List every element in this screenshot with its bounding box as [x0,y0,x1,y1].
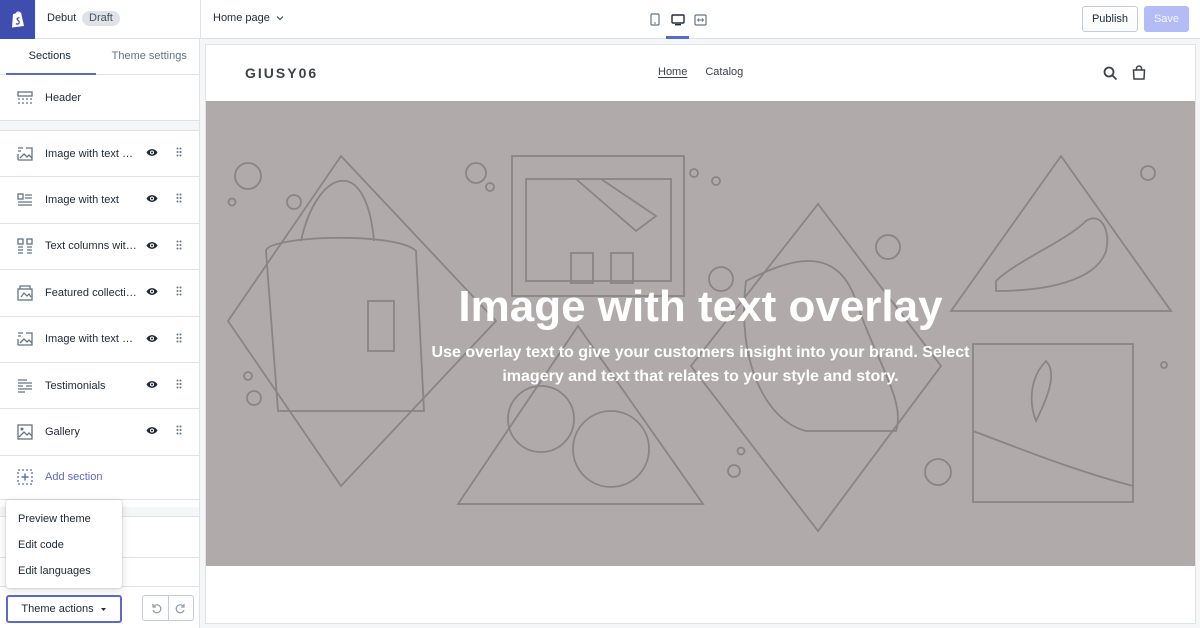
hero-title: Image with text overlay [458,282,943,331]
gallery-icon [17,424,33,440]
section-row-image-with-text-overlay[interactable]: Image with text overlay [0,131,199,178]
undo-redo-group [142,595,194,621]
publish-button[interactable]: Publish [1082,6,1138,32]
drag-handle-icon[interactable] [176,240,182,250]
text-columns-icon [17,238,33,255]
add-section-label: Add section [45,471,103,484]
tab-sections[interactable]: Sections [0,39,100,75]
section-label: Featured collection [45,286,137,299]
nav-link-home[interactable]: Home [658,66,687,78]
visibility-eye-icon[interactable] [146,334,158,343]
tab-theme-settings[interactable]: Theme settings [100,39,200,74]
cart-icon[interactable] [1132,65,1146,80]
section-row-image-with-text[interactable]: Image with text [0,177,199,224]
section-row-image-with-text-overlay-2[interactable]: Image with text overlay [0,317,199,363]
nav-link-catalog[interactable]: Catalog [705,66,743,78]
hero-image-with-text-overlay[interactable]: Image with text overlay Use overlay text… [206,101,1195,566]
store-preview: GIUSY06 Home Catalog Image with text ove… [206,45,1195,623]
sidebar: Sections Theme settings Header Image wit… [0,39,200,628]
redo-icon [175,604,185,614]
mobile-icon [649,13,660,26]
visibility-eye-icon[interactable] [146,426,158,435]
section-label: Image with text overlay [45,333,137,346]
section-row-featured-collection[interactable]: Featured collection [0,270,199,317]
image-overlay-icon [17,331,33,347]
fullscreen-view-button[interactable] [689,0,712,39]
drag-handle-icon[interactable] [176,425,182,435]
testimonials-icon [17,378,33,394]
image-overlay-icon [17,146,33,162]
chevron-down-icon [276,16,284,21]
add-section-icon [17,469,33,485]
store-nav: Home Catalog [658,66,743,78]
page-selector-label: Home page [213,12,270,24]
drag-handle-icon[interactable] [176,147,182,157]
search-icon[interactable] [1103,66,1118,81]
status-badge: Draft [82,11,120,26]
save-button[interactable]: Save [1144,6,1189,32]
sidebar-tabs: Sections Theme settings [0,39,199,75]
hero-placeholder-illustration [226,154,1173,533]
fullscreen-icon [694,13,707,26]
theme-name: Debut [47,12,77,24]
divider [200,0,201,39]
redo-button[interactable] [168,596,193,620]
header-icon [17,90,33,106]
section-header[interactable]: Header [0,75,199,121]
menu-item-preview-theme[interactable]: Preview theme [6,506,122,532]
page-selector[interactable]: Home page [213,12,284,24]
add-section-button[interactable]: Add section [0,456,199,500]
theme-actions-menu: Preview theme Edit code Edit languages [6,500,122,588]
visibility-eye-icon[interactable] [146,287,158,296]
drag-handle-icon[interactable] [176,333,182,343]
shopify-logo-icon[interactable] [0,0,35,39]
mobile-view-button[interactable] [643,0,666,39]
menu-item-edit-code[interactable]: Edit code [6,532,122,558]
section-label: Text columns with images [45,240,137,253]
section-label: Testimonials [45,379,106,392]
undo-icon [151,604,161,614]
divider-band [0,121,199,131]
store-header: GIUSY06 Home Catalog [206,45,1195,101]
theme-actions-label: Theme actions [21,603,94,615]
top-bar: Debut Draft Home page Publish Save [0,0,1200,39]
visibility-eye-icon[interactable] [146,148,158,157]
undo-button[interactable] [143,596,168,620]
theme-actions-button[interactable]: Theme actions [6,595,122,623]
image-text-icon [17,192,33,208]
visibility-eye-icon[interactable] [146,380,158,389]
visibility-eye-icon[interactable] [146,241,158,250]
desktop-view-button[interactable] [666,0,689,39]
drag-handle-icon[interactable] [176,379,182,389]
section-label: Image with text [45,194,119,207]
section-label: Gallery [45,426,80,439]
drag-handle-icon[interactable] [176,193,182,203]
section-header-label: Header [45,91,82,104]
hero-text: Use overlay text to give your customers … [431,344,970,385]
menu-item-edit-languages[interactable]: Edit languages [6,558,122,584]
desktop-icon [670,13,685,25]
section-label: Image with text overlay [45,147,137,160]
visibility-eye-icon[interactable] [146,194,158,203]
collection-icon [17,285,33,301]
caret-down-icon [100,607,106,611]
drag-handle-icon[interactable] [176,286,182,296]
sidebar-footer: Theme actions [0,586,199,628]
section-row-testimonials[interactable]: Testimonials [0,363,199,410]
device-switcher [643,0,712,39]
store-logo[interactable]: GIUSY06 [245,65,318,81]
section-row-text-columns[interactable]: Text columns with images [0,224,199,271]
section-row-gallery[interactable]: Gallery [0,409,199,456]
